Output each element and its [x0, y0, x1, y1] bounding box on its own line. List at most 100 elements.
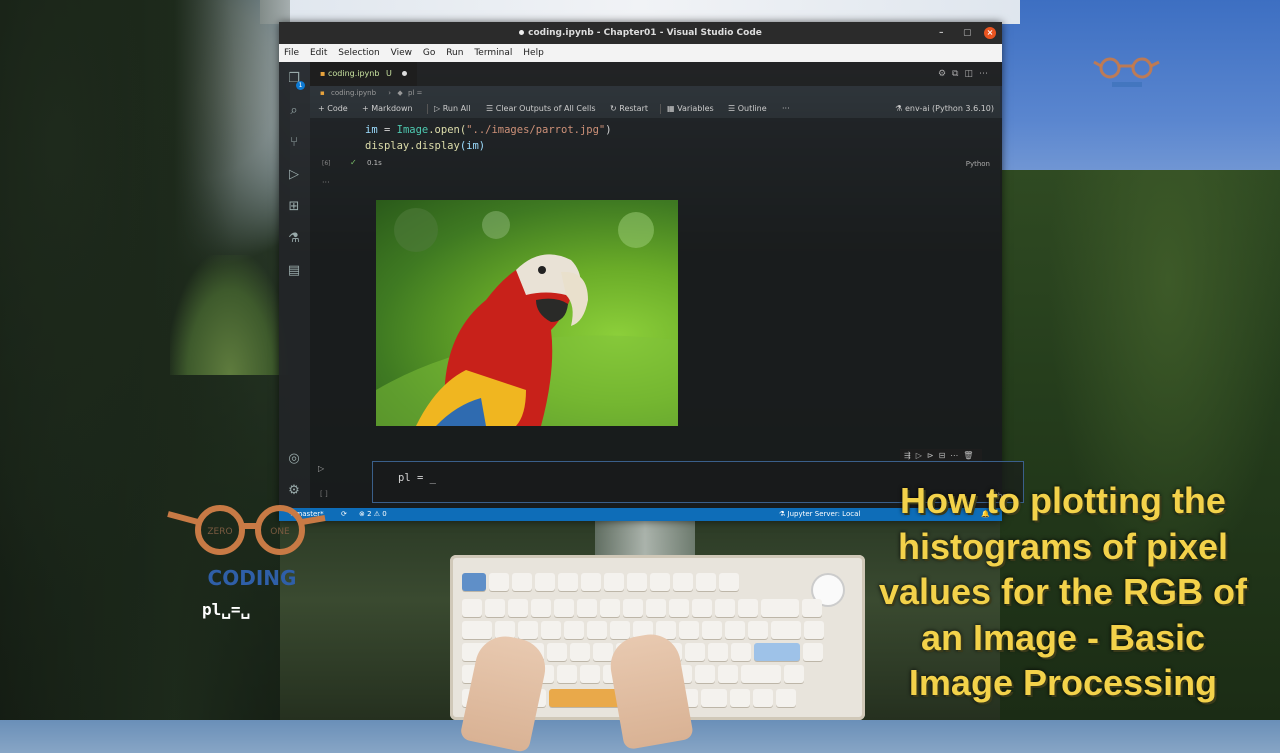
- menu-run[interactable]: Run: [446, 48, 463, 58]
- keyboard-key: [646, 599, 666, 617]
- restart-label: Restart: [619, 104, 649, 113]
- extensions-icon[interactable]: ⊞: [287, 200, 301, 214]
- breadcrumb-file[interactable]: coding.ipynb: [331, 89, 376, 97]
- clear-outputs-button[interactable]: ☰ Clear Outputs of All Cells: [486, 100, 596, 118]
- account-icon[interactable]: ◎: [287, 452, 301, 466]
- run-debug-icon[interactable]: ▷: [287, 168, 301, 182]
- keyboard-key: [531, 599, 551, 617]
- keyboard-key: [679, 621, 699, 639]
- settings-gear-icon[interactable]: ⚙: [287, 484, 301, 498]
- keyboard-key: [804, 621, 824, 639]
- keyboard-key: [650, 573, 670, 591]
- code-token: =: [377, 124, 397, 136]
- cell-more-icon[interactable]: ⋯: [950, 451, 963, 460]
- cloud-background: [260, 0, 1020, 24]
- minimize-button[interactable]: –: [939, 22, 944, 44]
- notebook-icon[interactable]: ▤: [287, 264, 301, 278]
- keyboard-key: [593, 643, 613, 661]
- keyboard-key: [673, 573, 693, 591]
- close-window-button[interactable]: ×: [984, 27, 996, 39]
- split-editor-icon[interactable]: ◫: [964, 69, 979, 79]
- zero-one-coding-logo: ZERO ONE CODING: [167, 505, 326, 590]
- toolbar-divider: [660, 104, 661, 114]
- delete-cell-icon[interactable]: 🗑: [963, 451, 978, 460]
- notebook-settings-icon[interactable]: ⚙: [938, 69, 952, 79]
- code-cell-1[interactable]: im = Image.open("../images/parrot.jpg") …: [365, 122, 612, 154]
- add-code-cell-button[interactable]: + Code: [318, 100, 348, 118]
- toolbar-more-button[interactable]: ···: [782, 100, 790, 118]
- breadcrumb-symbol[interactable]: pl =: [408, 89, 422, 97]
- keyboard-key: [600, 599, 620, 617]
- keyboard-key: [535, 573, 555, 591]
- breadcrumb-separator: ›: [388, 89, 392, 97]
- keyboard-key: [580, 665, 600, 683]
- add-code-label: Code: [327, 104, 348, 113]
- menu-help[interactable]: Help: [523, 48, 544, 58]
- menu-selection[interactable]: Selection: [338, 48, 379, 58]
- kernel-label: env-ai (Python 3.6.10): [904, 104, 994, 113]
- code-token: Image: [396, 124, 429, 136]
- maximize-button[interactable]: ▢: [963, 22, 972, 44]
- menu-view[interactable]: View: [391, 48, 412, 58]
- keyboard-row: [462, 599, 822, 617]
- split-view-icon[interactable]: ⧉: [952, 69, 964, 79]
- waterfall-background: [595, 520, 695, 560]
- search-icon[interactable]: ⌕: [287, 104, 301, 118]
- tab-coding-ipynb[interactable]: ▪ coding.ipynb U: [310, 62, 418, 86]
- cell-2-run-icon[interactable]: ▷: [318, 464, 324, 473]
- keyboard-key: [518, 621, 538, 639]
- keyboard-key: [754, 643, 800, 661]
- kernel-picker[interactable]: ⚗ env-ai (Python 3.6.10): [895, 100, 994, 118]
- keyboard-key: [753, 689, 773, 707]
- cell-1-language[interactable]: Python: [966, 160, 990, 168]
- restart-button[interactable]: ↻ Restart: [610, 100, 648, 118]
- source-control-icon[interactable]: ⑂: [287, 136, 301, 150]
- menu-edit[interactable]: Edit: [310, 48, 327, 58]
- sync-icon[interactable]: ⟳: [341, 508, 347, 521]
- problems-indicator[interactable]: ⊗ 2 ⚠ 0: [359, 508, 387, 521]
- hill-background: [170, 255, 290, 375]
- keyboard-key: [570, 643, 590, 661]
- execute-below-icon[interactable]: ⊳: [927, 451, 939, 460]
- menu-terminal[interactable]: Terminal: [474, 48, 512, 58]
- tab-filename: coding.ipynb: [327, 69, 380, 78]
- outline-button[interactable]: ☰ Outline: [728, 100, 767, 118]
- split-cell-icon[interactable]: ⊟: [939, 451, 951, 460]
- clear-outputs-label: Clear Outputs of All Cells: [495, 104, 596, 113]
- tab-modified-dot-icon[interactable]: [402, 71, 408, 76]
- execute-above-icon[interactable]: ▷: [916, 451, 927, 460]
- logo-text-zero: ZERO: [207, 527, 232, 537]
- keyboard-key: [462, 621, 492, 639]
- notebook-toolbar: + Code + Markdown ▷ Run All ☰ Clear Outp…: [310, 100, 1002, 118]
- keyboard-key: [695, 665, 715, 683]
- variables-button[interactable]: ▦ Variables: [667, 100, 714, 118]
- keyboard-key: [587, 621, 607, 639]
- code-token: "../images/parrot.jpg": [466, 124, 606, 136]
- keyboard-key: [738, 599, 758, 617]
- tab-untracked-status: U: [385, 69, 392, 78]
- menu-go[interactable]: Go: [423, 48, 435, 58]
- keyboard-key: [508, 599, 528, 617]
- output-menu-button[interactable]: ···: [322, 178, 330, 187]
- add-markdown-cell-button[interactable]: + Markdown: [362, 100, 413, 118]
- run-all-button[interactable]: ▷ Run All: [434, 100, 471, 118]
- parrot-image-output: [376, 200, 678, 426]
- run-all-icon: ▷: [434, 104, 443, 113]
- keyboard-photo: [450, 555, 865, 753]
- keyboard-key: [577, 599, 597, 617]
- keyboard-key: [748, 621, 768, 639]
- notebook-editor: im = Image.open("../images/parrot.jpg") …: [310, 118, 1024, 508]
- variables-label: Variables: [677, 104, 714, 113]
- cell-2-code[interactable]: pl = _: [398, 472, 436, 484]
- typed-keys-overlay: pl␣=␣: [202, 600, 251, 619]
- keyboard-key: [719, 573, 739, 591]
- keyboard-key: [610, 621, 630, 639]
- code-token: ): [605, 124, 612, 136]
- menu-file[interactable]: File: [284, 48, 299, 58]
- run-by-line-icon[interactable]: ⇶: [904, 451, 916, 460]
- more-actions-icon[interactable]: ⋯: [979, 69, 994, 79]
- kernel-icon: ⚗: [895, 104, 905, 113]
- headline-line: values for the RGB of: [878, 571, 1248, 612]
- headline-line: histograms of pixel: [897, 525, 1229, 567]
- testing-icon[interactable]: ⚗: [287, 232, 301, 246]
